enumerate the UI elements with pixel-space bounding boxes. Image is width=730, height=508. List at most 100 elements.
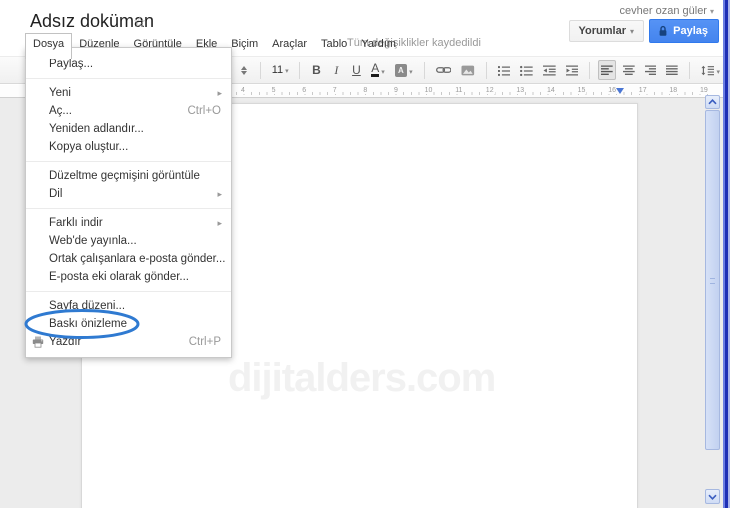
align-justify-icon [666, 64, 679, 75]
menu-item-eposta-eki[interactable]: E-posta eki olarak gönder... [26, 268, 231, 286]
lock-icon [659, 25, 667, 36]
line-spacing-button[interactable] [698, 60, 723, 80]
menu-item-label: Kopya oluştur... [49, 141, 129, 153]
menu-item-sayfa-duzeni[interactable]: Sayfa düzeni... [26, 297, 231, 315]
printer-icon [32, 336, 44, 348]
align-right-button[interactable] [642, 60, 660, 80]
chevron-down-icon [283, 64, 289, 76]
menu-item-label: Düzeltme geçmişini görüntüle [49, 170, 200, 182]
insert-link-button[interactable] [433, 60, 455, 80]
menu-divider [26, 291, 231, 292]
menu-item-label: Yeniden adlandır... [49, 123, 144, 135]
scroll-up-button[interactable] [705, 95, 720, 109]
watermark-text: dijitalders.com [228, 356, 496, 400]
align-right-icon [644, 64, 657, 75]
underline-button[interactable]: U [348, 60, 364, 80]
bold-button[interactable]: B [308, 60, 324, 80]
font-stepper-icon[interactable] [236, 60, 252, 80]
ruler-number: 17 [637, 87, 648, 94]
toolbar-divider [423, 61, 425, 79]
numbered-list-icon [497, 65, 511, 76]
ruler-number: 12 [484, 87, 495, 94]
menu-item-webde-yayinla[interactable]: Web'de yayınla... [26, 232, 231, 250]
menu-item-label: Farklı indir [49, 217, 103, 229]
ruler-number: 4 [240, 87, 246, 94]
align-justify-button[interactable] [663, 60, 681, 80]
menu-item-ortak-calisanlara-eposta[interactable]: Ortak çalışanlara e-posta gönder... [26, 250, 231, 268]
chevron-down-icon [379, 63, 385, 77]
link-icon [435, 67, 452, 73]
bulleted-list-button[interactable] [517, 60, 536, 80]
comments-label: Yorumlar [578, 25, 626, 37]
menu-divider [26, 208, 231, 209]
ruler-number: 19 [699, 87, 709, 94]
menu-item-baski-onizleme[interactable]: Baskı önizleme [26, 315, 231, 333]
menu-tablo[interactable]: Tablo [314, 34, 354, 55]
toolbar-divider [485, 61, 487, 79]
menu-goruntule[interactable]: Görüntüle [127, 34, 189, 55]
text-color-icon: A [371, 61, 380, 77]
ruler-number: 13 [515, 87, 526, 94]
account-menu[interactable]: cevher ozan güler [620, 5, 714, 17]
menu-ekle[interactable]: Ekle [189, 34, 224, 55]
highlight-icon: A [394, 63, 408, 77]
scroll-down-button[interactable] [705, 489, 720, 504]
menu-item-farkli-indir[interactable]: Farklı indir [26, 214, 231, 232]
ruler-number: 6 [301, 87, 308, 94]
align-center-button[interactable] [620, 60, 638, 80]
text-color-button[interactable]: A [368, 60, 387, 80]
chevron-down-icon [626, 25, 634, 37]
menu-araclar[interactable]: Araçlar [265, 34, 314, 55]
account-name: cevher ozan güler [619, 5, 707, 17]
increase-indent-button[interactable] [563, 60, 582, 80]
star-icon[interactable] [133, 13, 146, 31]
menu-divider [26, 161, 231, 162]
menu-dosya[interactable]: Dosya [25, 33, 73, 59]
toolbar-divider [299, 61, 301, 79]
insert-image-button[interactable] [458, 60, 478, 80]
font-size-select[interactable]: 11 [269, 60, 291, 80]
menu-item-yeni[interactable]: Yeni [26, 84, 231, 102]
menu-item-yeniden-adlandir[interactable]: Yeniden adlandır... [26, 120, 231, 138]
right-indent-marker[interactable] [616, 88, 624, 94]
font-size-value: 11 [271, 64, 284, 76]
toolbar-divider [260, 61, 261, 79]
ruler-number: 11 [454, 87, 464, 94]
menu-item-dil[interactable]: Dil [26, 185, 231, 203]
menu-yardim[interactable]: Yardım [354, 34, 403, 55]
menu-item-label: Sayfa düzeni... [49, 300, 126, 312]
menu-item-kopya-olustur[interactable]: Kopya oluştur... [26, 138, 231, 156]
highlight-color-button[interactable]: A [392, 60, 416, 80]
ruler-number: 8 [362, 87, 369, 94]
menu-item-label: Paylaş... [49, 58, 94, 70]
decrease-indent-button[interactable] [540, 60, 559, 80]
numbered-list-button[interactable] [495, 60, 514, 80]
image-icon [461, 65, 475, 75]
align-left-icon [601, 64, 613, 75]
menu-item-yazdir[interactable]: Yazdır Ctrl+P [26, 333, 231, 351]
ruler-number: 5 [270, 87, 277, 94]
share-button[interactable]: Paylaş [649, 19, 719, 43]
menu-item-duzeltme-gecmisi[interactable]: Düzeltme geçmişini görüntüle [26, 167, 231, 185]
indent-icon [565, 64, 579, 76]
align-left-button[interactable] [598, 60, 616, 80]
toolbar-divider [589, 61, 591, 79]
chevron-down-icon [708, 494, 717, 500]
ruler-number: 10 [423, 87, 434, 94]
chevron-down-icon [407, 63, 413, 77]
menu-item-label: Aç... [49, 105, 73, 117]
menu-item-label: Web'de yayınla... [49, 235, 137, 247]
chevron-down-icon [714, 63, 720, 77]
menu-duzenle[interactable]: Düzenle [72, 34, 126, 55]
menu-item-ac[interactable]: Aç... Ctrl+O [26, 102, 231, 120]
align-center-icon [623, 64, 635, 75]
italic-button[interactable]: I [328, 60, 344, 80]
menu-item-label: Dil [49, 188, 63, 200]
menu-item-label: E-posta eki olarak gönder... [49, 271, 189, 283]
ruler-number: 18 [668, 87, 679, 94]
scrollbar-thumb[interactable] [705, 110, 720, 450]
comments-button[interactable]: Yorumlar [568, 20, 644, 42]
vertical-scrollbar [705, 95, 720, 504]
menu-bicim[interactable]: Biçim [224, 34, 265, 55]
menu-shortcut: Ctrl+O [187, 105, 221, 117]
